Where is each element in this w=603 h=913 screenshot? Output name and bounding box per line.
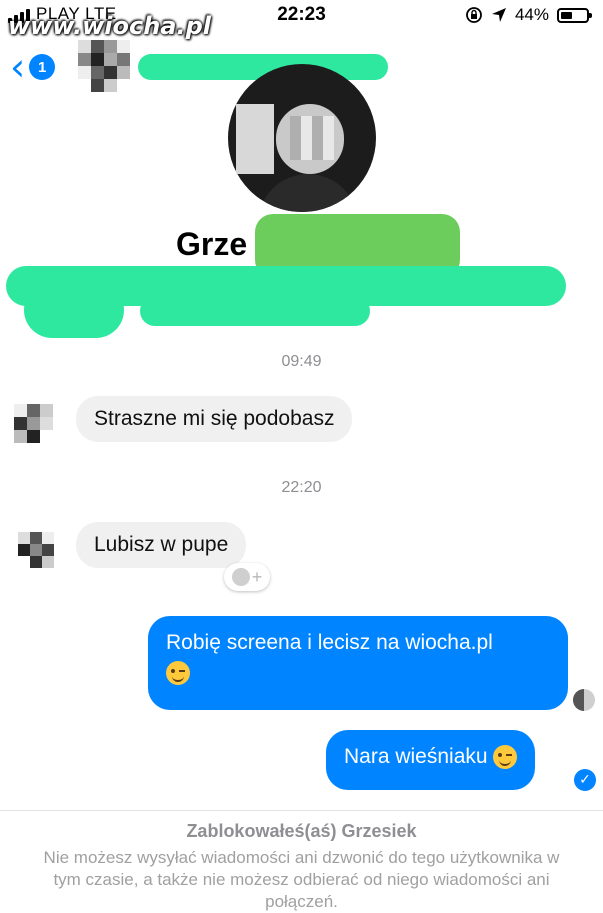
incoming-message[interactable]: Lubisz w pupe [76,522,247,568]
battery-percent: 44% [514,5,549,24]
plus-icon: + [251,566,263,587]
message-text: Robię screena i lecisz na wiocha.pl [166,631,493,654]
back-button[interactable]: ‹ 1 [10,45,56,89]
winking-face-emoji [166,661,190,686]
sender-avatar[interactable] [18,532,54,568]
back-chevron-icon: ‹ [10,45,26,89]
outgoing-message[interactable]: Robię screena i lecisz na wiocha.pl [148,616,568,710]
message-timestamp: 09:49 [281,353,322,370]
incoming-message[interactable]: Straszne mi się podobasz [76,396,353,442]
battery-icon [557,7,592,23]
redaction-mark [140,296,370,326]
contact-avatar[interactable] [78,40,130,92]
status-bar: PLAY LTE www.wiocha.pl 22:23 44% [0,0,603,40]
message-text: Nara wieśniaku [344,745,488,768]
delivered-check-icon: ✓ [574,769,596,791]
profile-photo [228,64,376,212]
winking-face-emoji [493,745,518,770]
profile-name: Grze [176,226,248,262]
location-arrow-icon [491,8,506,22]
blocked-title: Zablokowałeś(aś) Grzesiek [186,821,417,841]
add-reaction-button[interactable]: + [224,563,270,591]
sender-avatar[interactable] [14,404,53,443]
redaction-mark [24,282,124,338]
smiley-icon [231,568,250,586]
outgoing-message[interactable]: Nara wieśniaku [326,730,536,790]
divider [0,810,603,811]
seen-avatar [573,689,595,711]
rotation-lock-icon [466,7,482,23]
blocked-description: Nie możesz wysyłać wiadomości ani dzwoni… [43,848,560,911]
message-timestamp: 22:20 [281,479,322,496]
unread-badge: 1 [29,54,56,80]
